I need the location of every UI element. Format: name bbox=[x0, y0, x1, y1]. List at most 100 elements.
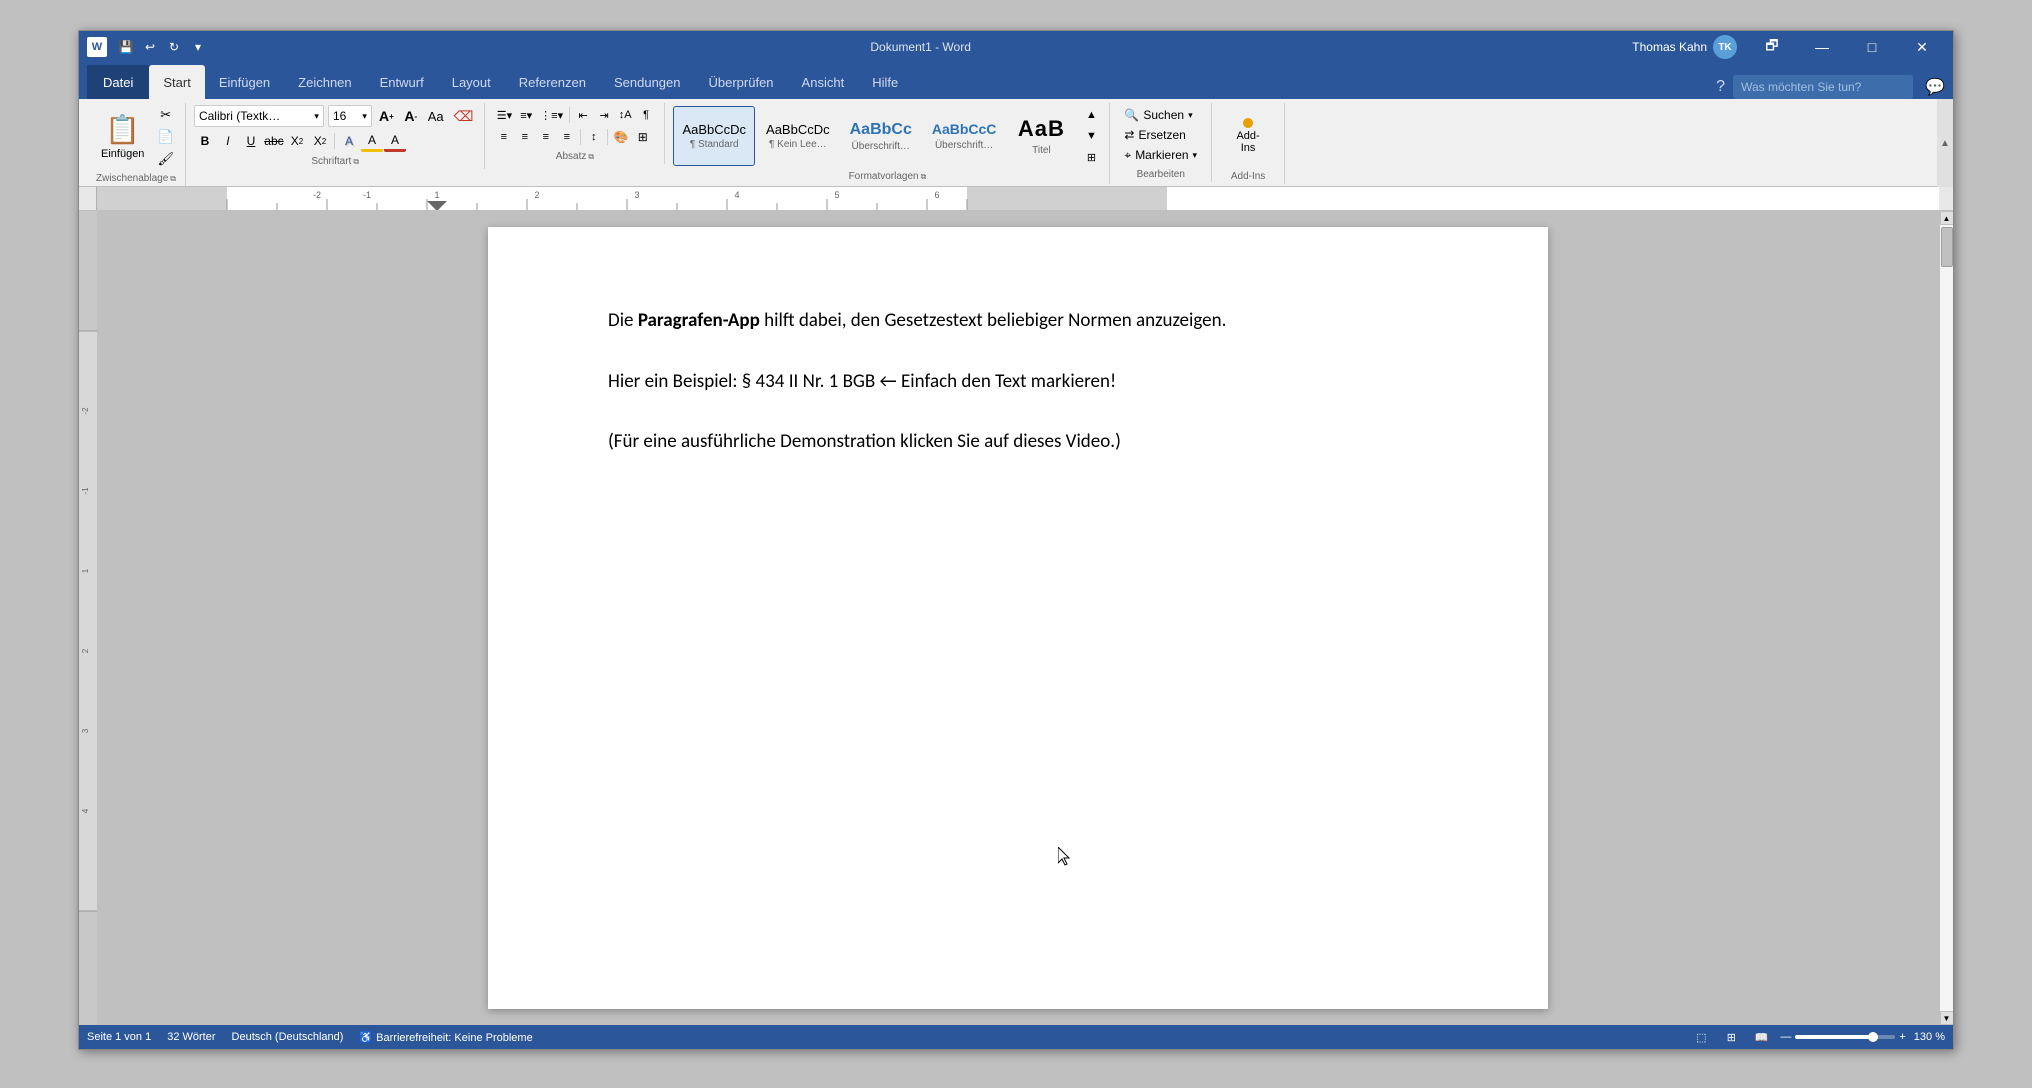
ribbon-collapse-button[interactable]: ▲ bbox=[1937, 99, 1953, 187]
gallery-up-button[interactable]: ▲ bbox=[1081, 105, 1101, 125]
align-left-button[interactable]: ≡ bbox=[494, 127, 514, 147]
einfuegen-button[interactable]: 📋 Einfügen bbox=[95, 105, 150, 167]
formatvorlagen-expand-icon[interactable]: ⧉ bbox=[921, 172, 927, 182]
tab-zeichnen[interactable]: Zeichnen bbox=[284, 65, 365, 99]
undo-button[interactable]: ↩ bbox=[139, 36, 161, 58]
bullet-list-button[interactable]: ☰▾ bbox=[494, 105, 515, 125]
markieren-button[interactable]: ⌖ Markieren ▾ bbox=[1118, 145, 1203, 165]
absatz-expand-icon[interactable]: ⧉ bbox=[588, 152, 594, 162]
svg-text:-2: -2 bbox=[313, 190, 321, 200]
help-icon[interactable]: ? bbox=[1716, 78, 1725, 96]
styles-gallery: AaBbCcDc ¶ Standard AaBbCcDc ¶ Kein Lee…… bbox=[673, 106, 1075, 166]
redo-button[interactable]: ↻ bbox=[163, 36, 185, 58]
decrease-indent-button[interactable]: ⇤ bbox=[573, 105, 593, 125]
font-name-selector[interactable]: Calibri (Textk… ▾ bbox=[194, 105, 324, 127]
align-center-button[interactable]: ≡ bbox=[515, 127, 535, 147]
format-painter-button[interactable]: 🖌 bbox=[154, 149, 177, 169]
tab-einfuegen[interactable]: Einfügen bbox=[205, 65, 284, 99]
zoom-level[interactable]: 130 % bbox=[1914, 1031, 1945, 1043]
minimize-button[interactable]: — bbox=[1799, 31, 1845, 63]
reading-mode-button[interactable]: 📖 bbox=[1750, 1026, 1772, 1048]
quick-access-more-button[interactable]: ▾ bbox=[187, 36, 209, 58]
copy-button[interactable]: 📄 bbox=[154, 127, 177, 147]
tab-datei[interactable]: Datei bbox=[87, 65, 149, 99]
increase-indent-button[interactable]: ⇥ bbox=[594, 105, 614, 125]
style-uberschrift2[interactable]: AaBbCcC Überschrift… bbox=[923, 106, 1006, 166]
cut-button[interactable]: ✂ bbox=[154, 105, 177, 125]
scroll-track[interactable] bbox=[1940, 225, 1954, 1011]
tab-ansicht[interactable]: Ansicht bbox=[788, 65, 859, 99]
ruler-left-margin bbox=[79, 187, 97, 210]
subscript-button[interactable]: X2 bbox=[286, 130, 308, 152]
text-effects-button[interactable]: A bbox=[338, 130, 360, 152]
scroll-up-button[interactable]: ▲ bbox=[1940, 211, 1954, 225]
close-button[interactable]: ✕ bbox=[1899, 31, 1945, 63]
align-right-button[interactable]: ≡ bbox=[536, 127, 556, 147]
multilevel-list-button[interactable]: ⋮≡▾ bbox=[537, 105, 566, 125]
doc-area: -2 -1 1 2 3 4 Die Paragrafen-App hilft d… bbox=[79, 211, 1953, 1025]
show-marks-button[interactable]: ¶ bbox=[636, 105, 656, 125]
svg-text:2: 2 bbox=[534, 190, 539, 200]
style-uberschrift1[interactable]: AaBbCc Überschrift… bbox=[841, 106, 921, 166]
web-layout-button[interactable]: ⊞ bbox=[1720, 1026, 1742, 1048]
style-standard[interactable]: AaBbCcDc ¶ Standard bbox=[673, 106, 755, 166]
font-grow-button[interactable]: A+ bbox=[376, 106, 397, 126]
gallery-expand-button[interactable]: ⊞ bbox=[1081, 147, 1101, 167]
ruler[interactable]: -2 -1 1 2 3 4 5 6 bbox=[97, 187, 1939, 210]
zoom-in-button[interactable]: + bbox=[1899, 1031, 1905, 1043]
style-kein[interactable]: AaBbCcDc ¶ Kein Lee… bbox=[757, 106, 839, 166]
tab-sendungen[interactable]: Sendungen bbox=[600, 65, 695, 99]
tab-start[interactable]: Start bbox=[149, 65, 204, 99]
tab-referenzen[interactable]: Referenzen bbox=[505, 65, 600, 99]
ribbon-display-button[interactable]: 🗗 bbox=[1749, 31, 1795, 63]
zoom-track[interactable] bbox=[1795, 1035, 1895, 1039]
right-scrollbar[interactable]: ▲ ▼ bbox=[1939, 211, 1953, 1025]
line-spacing-button[interactable]: ↕ bbox=[584, 127, 604, 147]
print-layout-button[interactable]: ⬚ bbox=[1690, 1026, 1712, 1048]
tab-layout[interactable]: Layout bbox=[438, 65, 505, 99]
addins-label: Add- Ins bbox=[1236, 130, 1259, 154]
font-size-selector[interactable]: 16 ▾ bbox=[328, 105, 372, 127]
sort-button[interactable]: ↕A bbox=[615, 105, 635, 125]
group-absatz: ☰▾ ≡▾ ⋮≡▾ ⇤ ⇥ ↕A ¶ ≡ ≡ ≡ ≡ bbox=[485, 103, 665, 164]
fill-color-button[interactable]: 🎨 bbox=[611, 127, 632, 147]
bold-button[interactable]: B bbox=[194, 130, 216, 152]
maximize-button[interactable]: □ bbox=[1849, 31, 1895, 63]
clear-format-button[interactable]: ⌫ bbox=[451, 106, 477, 126]
chat-icon[interactable]: 💬 bbox=[1925, 77, 1945, 97]
scroll-area[interactable]: Die Paragrafen-App hilft dabei, den Gese… bbox=[97, 211, 1939, 1025]
zoom-out-button[interactable]: — bbox=[1780, 1031, 1791, 1043]
suchen-button[interactable]: 🔍 Suchen ▾ bbox=[1118, 105, 1198, 125]
tab-entwurf[interactable]: Entwurf bbox=[366, 65, 438, 99]
tab-hilfe[interactable]: Hilfe bbox=[858, 65, 912, 99]
list-buttons: ☰▾ ≡▾ ⋮≡▾ ⇤ ⇥ ↕A ¶ bbox=[494, 105, 656, 125]
zoom-thumb[interactable] bbox=[1868, 1032, 1878, 1042]
numbered-list-button[interactable]: ≡▾ bbox=[516, 105, 536, 125]
scroll-down-button[interactable]: ▼ bbox=[1940, 1011, 1954, 1025]
borders-button[interactable]: ⊞ bbox=[633, 127, 653, 147]
search-box[interactable]: Was möchten Sie tun? bbox=[1733, 75, 1913, 99]
schriftart-expand-icon[interactable]: ⧉ bbox=[353, 157, 359, 167]
style-titel[interactable]: AaB Titel bbox=[1007, 106, 1075, 166]
user-avatar[interactable]: TK bbox=[1713, 35, 1737, 59]
zwischenablage-expand-icon[interactable]: ⧉ bbox=[170, 174, 176, 184]
svg-text:-1: -1 bbox=[81, 487, 90, 495]
superscript-button[interactable]: X2 bbox=[309, 130, 331, 152]
change-case-button[interactable]: Aa bbox=[425, 106, 447, 126]
gallery-down-button[interactable]: ▼ bbox=[1081, 126, 1101, 146]
left-vertical-ruler: -2 -1 1 2 3 4 bbox=[79, 211, 97, 1025]
save-button[interactable]: 💾 bbox=[115, 36, 137, 58]
style-standard-preview: AaBbCcDc bbox=[682, 122, 746, 138]
strikethrough-button[interactable]: abc bbox=[263, 130, 285, 152]
underline-button[interactable]: U bbox=[240, 130, 262, 152]
italic-button[interactable]: I bbox=[217, 130, 239, 152]
scroll-thumb[interactable] bbox=[1941, 227, 1953, 267]
font-color-button[interactable]: A bbox=[384, 130, 406, 152]
ersetzen-button[interactable]: ⇄ Ersetzen bbox=[1118, 125, 1191, 145]
search-icon: 🔍 bbox=[1124, 108, 1139, 122]
font-shrink-button[interactable]: A- bbox=[401, 106, 421, 126]
addins-button[interactable]: Add- Ins bbox=[1220, 105, 1276, 167]
highlight-button[interactable]: A bbox=[361, 130, 383, 152]
tab-ueberpruefen[interactable]: Überprüfen bbox=[695, 65, 788, 99]
justify-button[interactable]: ≡ bbox=[557, 127, 577, 147]
